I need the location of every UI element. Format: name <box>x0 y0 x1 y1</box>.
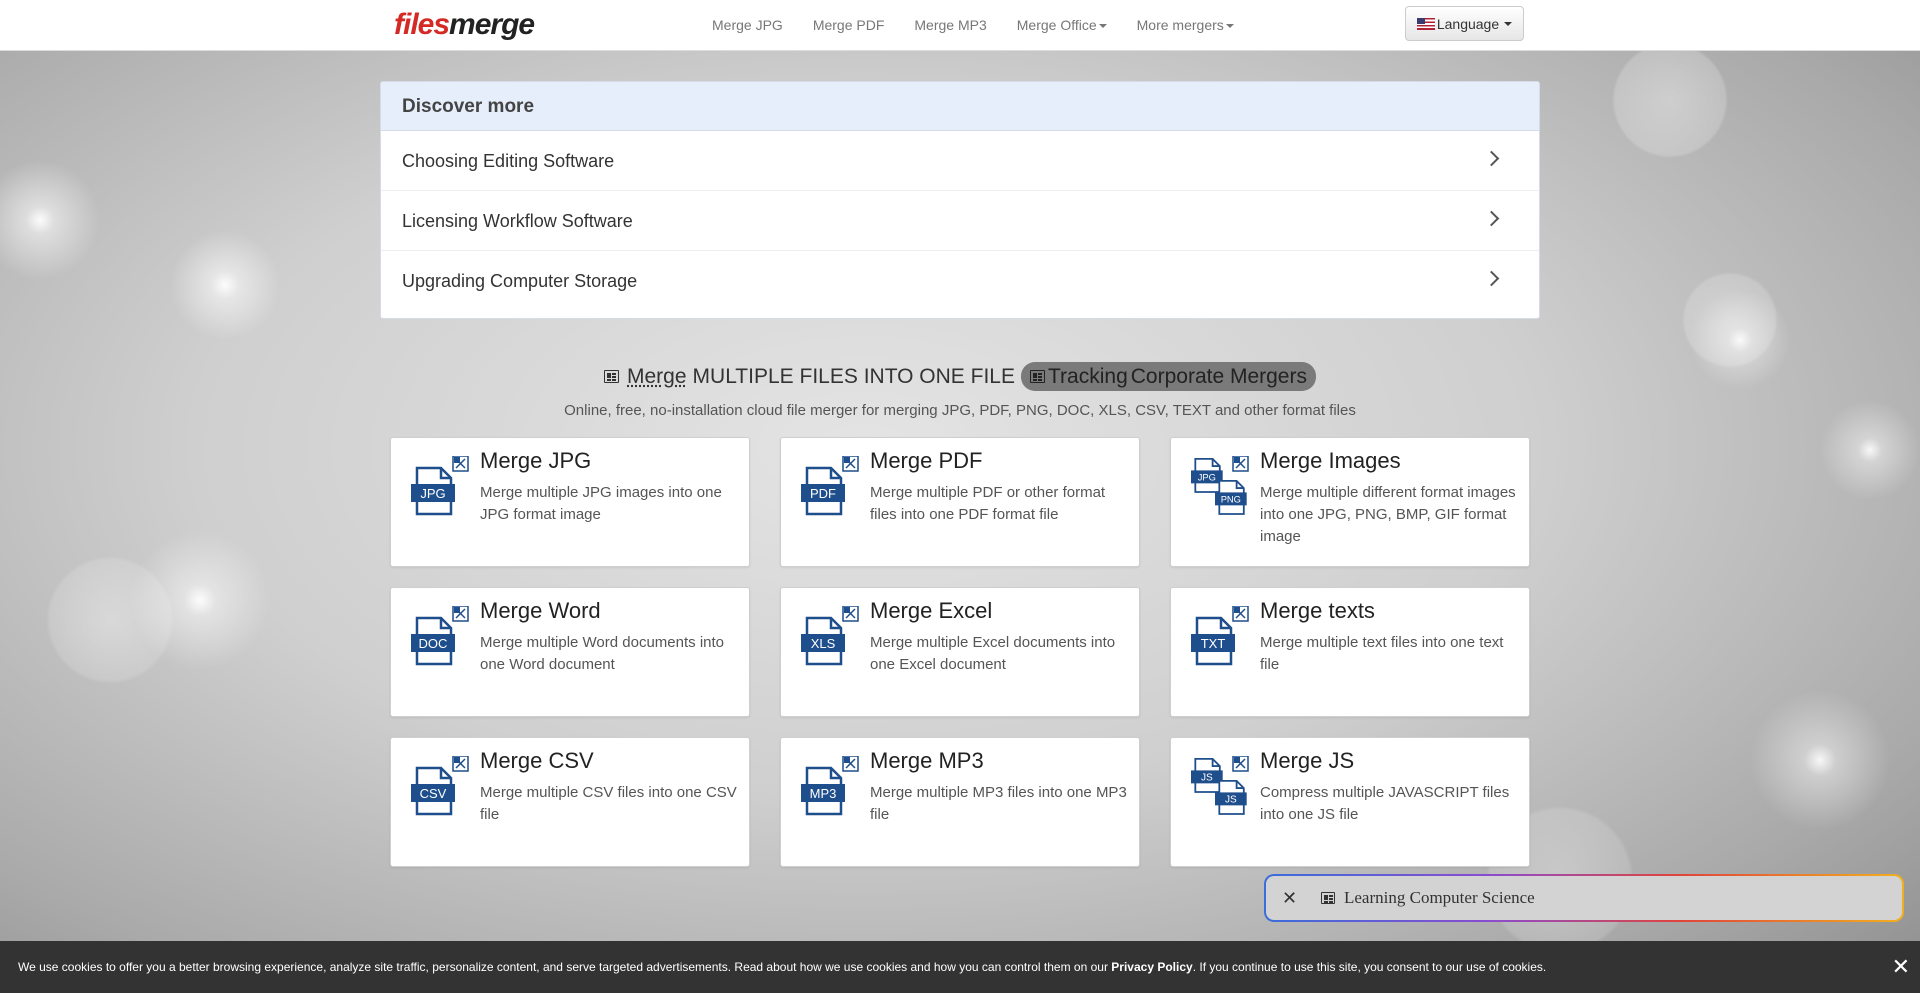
nav-links: Merge JPG Merge PDF Merge MP3 Merge Offi… <box>697 0 1249 51</box>
svg-text:JS: JS <box>1225 794 1237 805</box>
caret-down-icon <box>1098 24 1107 29</box>
nav-merge-jpg[interactable]: Merge JPG <box>697 0 798 51</box>
svg-text:CSV: CSV <box>420 786 447 801</box>
nav-more-mergers-dropdown[interactable]: More mergers <box>1122 0 1249 51</box>
card-description: Compress multiple JAVASCRIPT files into … <box>1260 784 1510 823</box>
newspaper-icon <box>1030 370 1045 383</box>
top-navbar: filesmerge Merge JPG Merge PDF Merge MP3… <box>0 0 1920 51</box>
card-description: Merge multiple Word documents into one W… <box>480 634 724 673</box>
tool-card-merge-mp3[interactable]: MP3 Merge MP3 Merge multiple MP3 files int… <box>780 737 1140 867</box>
discover-more-title: Discover more <box>381 82 1539 131</box>
page-heading: Merge MULTIPLE FILES INTO ONE FILE Track… <box>0 362 1920 391</box>
pill-word-2: Corporate Mergers <box>1130 364 1307 388</box>
csv-file-icon: CSV <box>411 755 469 818</box>
svg-text:DOC: DOC <box>419 636 448 651</box>
card-description: Merge multiple CSV files into one CSV fi… <box>480 784 737 823</box>
svg-text:JPG: JPG <box>420 486 445 501</box>
discover-item-label: Upgrading Computer Storage <box>402 271 638 291</box>
tool-card-merge-excel[interactable]: XLS Merge Excel Merge multiple Excel docum… <box>780 587 1140 717</box>
nav-merge-mp3-label: Merge MP3 <box>914 17 987 33</box>
svg-text:MP3: MP3 <box>810 786 837 801</box>
tool-card-merge-pdf[interactable]: PDF Merge PDF Merge multiple PDF or other … <box>780 437 1140 567</box>
floating-suggestion-text: Learning Computer Science <box>1344 888 1535 907</box>
jpg-file-icon: JPG <box>411 455 469 518</box>
page-subtitle: Online, free, no-installation cloud file… <box>564 402 1356 419</box>
caret-down-icon <box>1225 24 1234 29</box>
svg-text:PNG: PNG <box>1221 494 1241 504</box>
card-description: Merge multiple Excel documents into one … <box>870 634 1116 673</box>
nav-more-mergers-label: More mergers <box>1136 17 1224 33</box>
tracking-corporate-mergers-pill[interactable]: Tracking Corporate Mergers <box>1021 362 1316 391</box>
tool-card-merge-js[interactable]: JS JS Merge JS Compress multiple JAVASCRIPT… <box>1170 737 1530 867</box>
language-label: Language <box>1436 15 1500 32</box>
us-flag-icon <box>1416 17 1435 30</box>
tool-card-merge-csv[interactable]: CSV Merge CSV Merge multiple CSV files int… <box>390 737 750 867</box>
pdf-file-icon: PDF <box>801 455 859 518</box>
xls-file-icon: XLS <box>801 605 859 668</box>
card-title: Merge Excel <box>870 598 993 623</box>
svg-text:XLS: XLS <box>811 636 836 651</box>
cookie-close-icon[interactable]: ✕ <box>1892 941 1910 993</box>
floating-suggestion-inner: ✕ Learning Computer Science <box>1266 876 1902 920</box>
logo-text-merge: merge <box>449 8 535 41</box>
discover-item-editing-software[interactable]: Choosing Editing Software <box>381 131 1539 191</box>
card-description: Merge multiple PDF or other format files… <box>870 484 1106 523</box>
cookie-consent-bar: We use cookies to offer you a better bro… <box>0 941 1920 993</box>
nav-merge-pdf-label: Merge PDF <box>812 17 885 33</box>
heading-text: MULTIPLE FILES INTO ONE FILE <box>692 364 1015 388</box>
cookie-text-after: . If you continue to use this site, you … <box>1192 960 1547 974</box>
card-title: Merge MP3 <box>870 748 984 773</box>
chevron-right-icon <box>1483 210 1500 227</box>
filesmerge-logo[interactable]: filesmerge <box>394 8 535 42</box>
js-file-icon: JS JS <box>1191 755 1249 818</box>
card-description: Merge multiple different format images i… <box>1260 484 1516 545</box>
tool-card-merge-texts[interactable]: TXT Merge texts Merge multiple text files … <box>1170 587 1530 717</box>
nav-merge-jpg-label: Merge JPG <box>712 17 783 33</box>
discover-more-panel: Discover more Choosing Editing Software … <box>380 81 1540 319</box>
card-description: Merge multiple MP3 files into one MP3 fi… <box>870 784 1127 823</box>
card-title: Merge Images <box>1260 448 1401 473</box>
discover-item-label: Choosing Editing Software <box>402 151 615 171</box>
chevron-right-icon <box>1483 270 1500 287</box>
mp3-file-icon: MP3 <box>801 755 859 818</box>
tool-card-merge-jpg[interactable]: JPG Merge JPG Merge multiple JPG images in… <box>390 437 750 567</box>
doc-file-icon: DOC <box>411 605 469 668</box>
discover-item-computer-storage[interactable]: Upgrading Computer Storage <box>381 251 1539 311</box>
card-title: Merge PDF <box>870 448 983 473</box>
logo-text-files: files <box>394 8 450 41</box>
card-title: Merge texts <box>1260 598 1375 623</box>
cookie-text-before: We use cookies to offer you a better bro… <box>18 960 1112 974</box>
card-title: Merge JPG <box>480 448 592 473</box>
caret-down-icon <box>1504 21 1513 26</box>
newspaper-icon <box>604 370 619 383</box>
svg-text:PDF: PDF <box>810 486 836 501</box>
svg-text:JS: JS <box>1201 772 1213 783</box>
newspaper-icon <box>1321 892 1335 904</box>
close-icon[interactable]: ✕ <box>1282 888 1297 908</box>
nav-merge-office-dropdown[interactable]: Merge Office <box>1002 0 1122 51</box>
floating-suggestion-link[interactable]: Learning Computer Science <box>1321 888 1535 908</box>
language-button[interactable]: Language <box>1405 6 1524 41</box>
txt-file-icon: TXT <box>1191 605 1249 668</box>
tool-card-merge-images[interactable]: JPG PNG Merge Images Merge multiple differe… <box>1170 437 1530 567</box>
card-title: Merge JS <box>1260 748 1355 773</box>
floating-suggestion-bar: ✕ Learning Computer Science <box>1264 874 1904 922</box>
tool-card-merge-word[interactable]: DOC Merge Word Merge multiple Word documen… <box>390 587 750 717</box>
merge-link[interactable]: Merge <box>627 365 687 389</box>
svg-text:TXT: TXT <box>1201 636 1226 651</box>
card-description: Merge multiple text files into one text … <box>1260 634 1504 673</box>
discover-item-workflow-software[interactable]: Licensing Workflow Software <box>381 191 1539 251</box>
chevron-right-icon <box>1483 150 1500 167</box>
privacy-policy-link[interactable]: Privacy Policy <box>1111 960 1192 974</box>
discover-item-label: Licensing Workflow Software <box>402 211 633 231</box>
pill-word-1: Tracking <box>1048 364 1128 388</box>
images-file-icon: JPG PNG <box>1191 455 1249 518</box>
card-description: Merge multiple JPG images into one JPG f… <box>480 484 722 523</box>
card-title: Merge CSV <box>480 748 594 773</box>
nav-merge-mp3[interactable]: Merge MP3 <box>899 0 1001 51</box>
nav-merge-office-label: Merge Office <box>1016 17 1097 33</box>
svg-text:JPG: JPG <box>1198 472 1216 482</box>
card-title: Merge Word <box>480 598 601 623</box>
nav-merge-pdf[interactable]: Merge PDF <box>798 0 900 51</box>
